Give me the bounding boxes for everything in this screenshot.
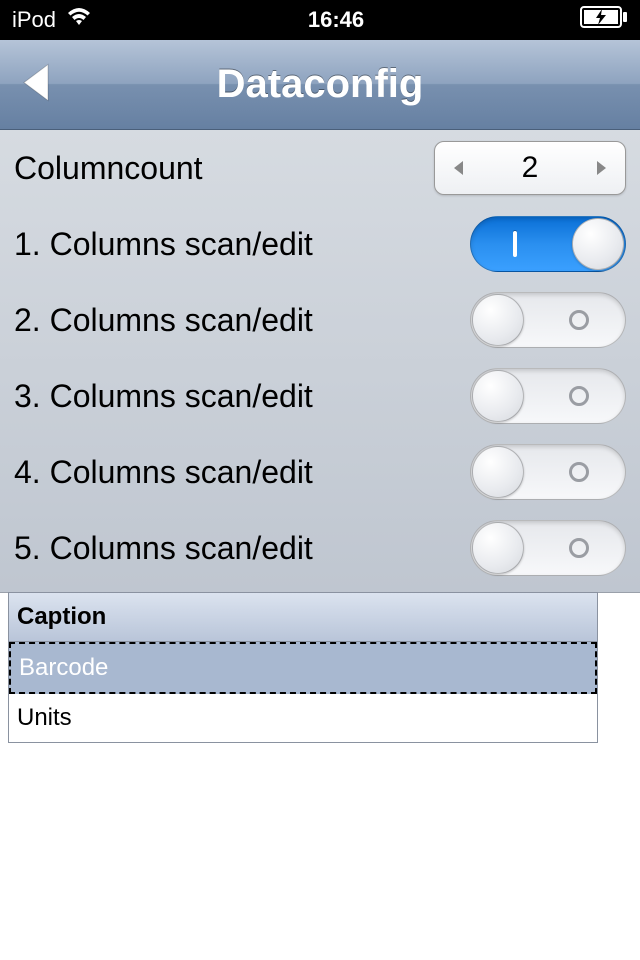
status-left: iPod: [12, 7, 92, 33]
column-row-5: 5. Columns scan/edit: [0, 510, 640, 586]
status-right: [580, 6, 628, 34]
column-label-2: 2. Columns scan/edit: [14, 302, 470, 339]
column-toggle-1[interactable]: [470, 216, 626, 272]
columncount-stepper[interactable]: 2: [434, 141, 626, 195]
column-toggle-3[interactable]: [470, 368, 626, 424]
column-label-3: 3. Columns scan/edit: [14, 378, 470, 415]
settings-panel: Columncount 2 1. Columns scan/edit 2. Co…: [0, 130, 640, 593]
nav-bar: Dataconfig: [0, 40, 640, 130]
columncount-row: Columncount 2: [0, 130, 640, 206]
caption-table-wrap: Caption Barcode Units: [0, 592, 640, 743]
column-row-1: 1. Columns scan/edit: [0, 206, 640, 282]
table-header-caption: Caption: [9, 593, 597, 642]
table-row[interactable]: Barcode: [9, 642, 597, 694]
status-bar: iPod 16:46: [0, 0, 640, 40]
wifi-icon: [66, 7, 92, 33]
toggle-off-indicator-icon: [569, 310, 589, 330]
toggle-knob: [572, 218, 624, 270]
column-row-2: 2. Columns scan/edit: [0, 282, 640, 358]
back-button[interactable]: [18, 60, 52, 109]
toggle-knob: [472, 294, 524, 346]
toggle-off-indicator-icon: [569, 386, 589, 406]
column-label-1: 1. Columns scan/edit: [14, 226, 470, 263]
column-row-3: 3. Columns scan/edit: [0, 358, 640, 434]
page-title: Dataconfig: [0, 62, 640, 107]
columncount-label: Columncount: [14, 150, 434, 187]
toggle-knob: [472, 370, 524, 422]
battery-charging-icon: [580, 6, 628, 34]
toggle-off-indicator-icon: [569, 538, 589, 558]
toggle-knob: [472, 446, 524, 498]
column-toggle-5[interactable]: [470, 520, 626, 576]
stepper-decrement[interactable]: [435, 142, 481, 194]
table-row[interactable]: Units: [9, 694, 597, 742]
column-toggle-2[interactable]: [470, 292, 626, 348]
toggle-knob: [472, 522, 524, 574]
stepper-increment[interactable]: [579, 142, 625, 194]
column-label-5: 5. Columns scan/edit: [14, 530, 470, 567]
column-toggle-4[interactable]: [470, 444, 626, 500]
stepper-value: 2: [481, 151, 579, 185]
toggle-on-indicator-icon: [513, 231, 517, 257]
column-row-4: 4. Columns scan/edit: [0, 434, 640, 510]
column-label-4: 4. Columns scan/edit: [14, 454, 470, 491]
clock: 16:46: [92, 7, 580, 33]
caption-table: Caption Barcode Units: [8, 592, 598, 743]
toggle-off-indicator-icon: [569, 462, 589, 482]
device-label: iPod: [12, 7, 56, 33]
